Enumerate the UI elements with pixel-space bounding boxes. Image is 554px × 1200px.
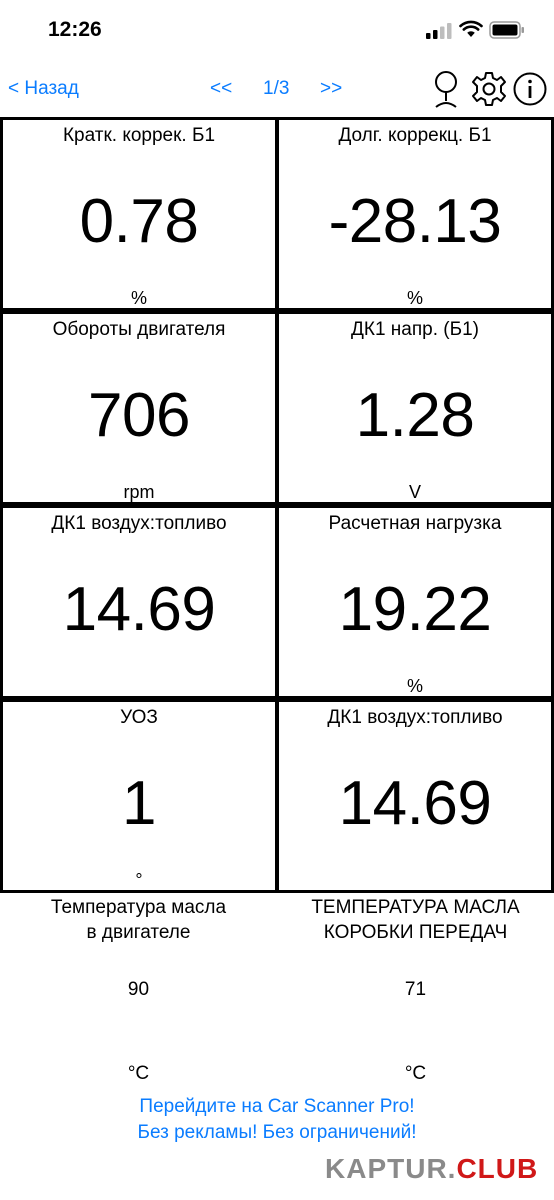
gauge-o2-air-fuel[interactable]: ДК1 воздух:топливо 14.69 xyxy=(0,505,277,699)
gauge-value: 19.22 xyxy=(338,575,492,644)
gauge-value: 14.69 xyxy=(338,769,492,838)
gauge-value: 1.28 xyxy=(355,381,475,450)
gauge-unit: % xyxy=(406,676,423,696)
gauge-value: 1 xyxy=(122,769,156,838)
watermark-logo: KAPTUR.CLUB xyxy=(325,1152,538,1186)
gauge-label-line: в двигателе xyxy=(86,922,191,943)
status-time: 12:26 xyxy=(48,18,102,41)
gauge-label: Обороты двигателя xyxy=(52,319,226,340)
gauge-label-line: Температура масла xyxy=(50,897,227,918)
gauge-short-fuel-trim-b1[interactable]: Кратк. коррек. Б1 0.78 % xyxy=(0,117,277,311)
gear-icon[interactable] xyxy=(470,69,508,109)
gauge-label: ТЕМПЕРАТУРА МАСЛА КОРОБКИ ПЕРЕДАЧ xyxy=(277,893,554,945)
gauge-label: ДК1 воздух:топливо xyxy=(51,513,227,534)
bottom-gauges: Температура масла в двигателе 90 °C ТЕМП… xyxy=(0,893,554,1093)
gauge-o2-air-fuel-2[interactable]: ДК1 воздух:топливо 14.69 xyxy=(277,699,554,893)
back-button[interactable]: < Назад xyxy=(8,78,79,100)
promo-line: Без рекламы! Без ограничений! xyxy=(137,1122,417,1143)
gauge-value: 14.69 xyxy=(62,575,216,644)
promo-line: Перейдите на Car Scanner Pro! xyxy=(139,1096,415,1117)
gauge-unit: % xyxy=(130,288,147,308)
gauge-long-fuel-trim-b1[interactable]: Долг. коррекц. Б1 -28.13 % xyxy=(277,117,554,311)
gauge-label: Температура масла в двигателе xyxy=(0,893,277,945)
gauge-calculated-load[interactable]: Расчетная нагрузка 19.22 % xyxy=(277,505,554,699)
prev-page-button[interactable]: << xyxy=(210,78,232,100)
status-bar: 12:26 xyxy=(0,0,554,60)
gauge-transmission-oil-temp[interactable]: ТЕМПЕРАТУРА МАСЛА КОРОБКИ ПЕРЕДАЧ 71 °C xyxy=(277,893,554,1084)
wifi-icon xyxy=(459,20,483,37)
pro-upgrade-link[interactable]: Перейдите на Car Scanner Pro! Без реклам… xyxy=(0,1094,554,1146)
battery-icon xyxy=(489,21,524,39)
microphone-icon[interactable] xyxy=(428,69,464,109)
gauge-label-line: ТЕМПЕРАТУРА МАСЛА xyxy=(311,897,520,918)
gauge-value: 706 xyxy=(88,381,190,450)
gauge-o2-voltage-b1[interactable]: ДК1 напр. (Б1) 1.28 V xyxy=(277,311,554,505)
gauge-unit: rpm xyxy=(123,482,155,502)
gauge-value: 90 xyxy=(127,979,150,1000)
gauge-label: ДК1 воздух:топливо xyxy=(327,707,503,728)
nav-bar: < Назад << 1/3 >> xyxy=(0,64,554,114)
gauge-value: 0.78 xyxy=(79,187,199,256)
gauge-engine-oil-temp[interactable]: Температура масла в двигателе 90 °C xyxy=(0,893,277,1084)
gauge-engine-rpm[interactable]: Обороты двигателя 706 rpm xyxy=(0,311,277,505)
gauge-ignition-timing[interactable]: УОЗ 1 ° xyxy=(0,699,277,893)
gauge-label: УОЗ xyxy=(120,707,158,728)
gauge-value: -28.13 xyxy=(328,187,502,256)
gauge-unit: V xyxy=(408,482,421,502)
watermark-text: KAPTUR. xyxy=(325,1153,457,1184)
watermark-text: CLUB xyxy=(456,1153,539,1184)
cellular-signal-icon xyxy=(426,23,452,39)
next-page-button[interactable]: >> xyxy=(320,78,342,100)
gauge-unit: °C xyxy=(404,1063,427,1084)
gauge-unit: % xyxy=(406,288,423,308)
gauge-grid: Кратк. коррек. Б1 0.78 % Долг. коррекц. … xyxy=(0,117,554,893)
gauge-value: 71 xyxy=(404,979,427,1000)
gauge-label-line: КОРОБКИ ПЕРЕДАЧ xyxy=(323,922,508,943)
info-icon[interactable] xyxy=(512,69,548,109)
gauge-unit: ° xyxy=(135,870,143,890)
gauge-label: Расчетная нагрузка xyxy=(328,513,502,534)
gauge-label: ДК1 напр. (Б1) xyxy=(351,319,479,340)
gauge-unit: °C xyxy=(127,1063,150,1084)
page-indicator: 1/3 xyxy=(263,78,290,99)
gauge-label: Кратк. коррек. Б1 xyxy=(62,125,216,146)
gauge-label: Долг. коррекц. Б1 xyxy=(338,125,492,146)
